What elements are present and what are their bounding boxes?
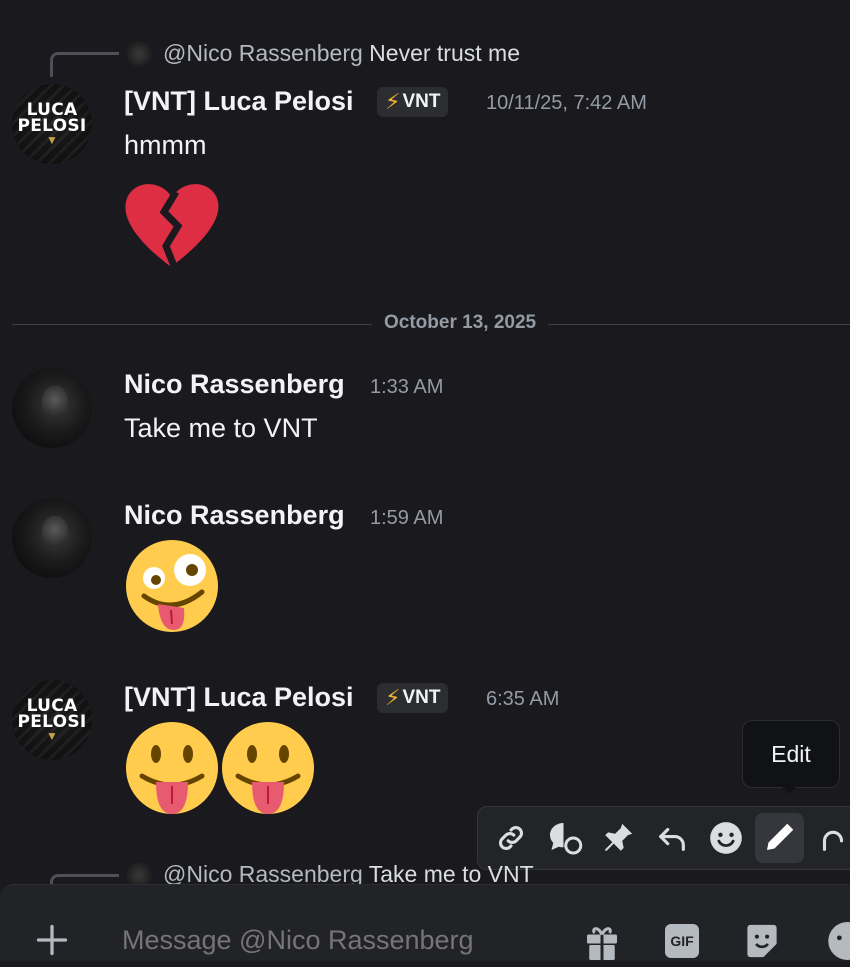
timestamp[interactable]: 10/11/25, 7:42 AM [486, 92, 647, 115]
edit-tooltip: Edit [742, 720, 840, 788]
avatar-logo-line2: PELOSI [17, 116, 87, 136]
avatar-logo-line2: PELOSI [17, 712, 87, 732]
add-reaction-button[interactable] [701, 813, 751, 863]
message-input[interactable] [122, 920, 562, 960]
reply-connector [50, 52, 119, 77]
lightning-icon: ⚡ [385, 685, 401, 710]
sticker-button[interactable] [744, 922, 780, 965]
thread-icon [549, 823, 582, 855]
copy-link-button[interactable] [486, 813, 536, 863]
reply-button[interactable] [647, 813, 697, 863]
edit-button[interactable] [754, 813, 805, 863]
zany-face-icon[interactable] [124, 538, 220, 634]
author-name[interactable]: Nico Rassenberg [124, 369, 345, 400]
gif-icon: GIF [670, 933, 694, 949]
author-name[interactable]: [VNT] Luca Pelosi [124, 682, 354, 713]
timestamp[interactable]: 1:33 AM [370, 376, 443, 399]
gif-button[interactable]: GIF [665, 924, 699, 958]
link-icon [498, 825, 523, 851]
more-button[interactable] [808, 813, 850, 863]
reply-preview[interactable]: @Nico Rassenberg Never trust me [163, 40, 520, 67]
gift-button[interactable] [584, 922, 620, 967]
avatar[interactable] [12, 498, 92, 578]
pencil-icon [767, 823, 794, 850]
author-name[interactable]: [VNT] Luca Pelosi [124, 86, 354, 117]
create-thread-button[interactable] [540, 813, 590, 863]
lightning-icon: ⚡ [385, 89, 401, 114]
avatar[interactable]: LUCA PELOSI ▼ [12, 680, 92, 760]
reply-mention[interactable]: @Nico Rassenberg [163, 40, 363, 66]
reply-snippet: Never trust me [369, 40, 520, 66]
timestamp[interactable]: 1:59 AM [370, 507, 443, 530]
tooltip-label: Edit [771, 740, 811, 767]
plus-icon [36, 924, 68, 956]
reply-avatar [126, 41, 152, 67]
badge-label: VNT [402, 687, 441, 708]
avatar-logo-mark: ▼ [46, 729, 58, 743]
avatar[interactable] [12, 368, 92, 448]
message-text: Take me to VNT [124, 413, 318, 443]
tongue-face-icon[interactable] [124, 720, 220, 816]
more-icon [823, 830, 844, 851]
tongue-face-icon[interactable] [220, 720, 316, 816]
tooltip-arrow [781, 786, 797, 794]
broken-heart-icon[interactable] [124, 180, 220, 268]
emoji-icon [828, 922, 850, 960]
pin-icon [605, 823, 633, 851]
message-text: hmmm [124, 130, 207, 160]
upload-button[interactable] [30, 922, 74, 966]
avatar[interactable]: LUCA PELOSI ▼ [12, 84, 92, 164]
gift-icon [587, 927, 617, 960]
reply-icon [659, 827, 685, 851]
author-name[interactable]: Nico Rassenberg [124, 500, 345, 531]
sticker-icon [747, 924, 777, 958]
clan-badge[interactable]: ⚡ VNT [377, 683, 449, 713]
avatar-logo-mark: ▼ [46, 133, 58, 147]
pin-message-button[interactable] [593, 813, 643, 863]
emoji-react-icon [709, 822, 742, 854]
date-divider: October 13, 2025 [372, 312, 549, 334]
badge-label: VNT [402, 91, 441, 112]
clan-badge[interactable]: ⚡ VNT [377, 87, 449, 117]
timestamp[interactable]: 6:35 AM [486, 688, 559, 711]
emoji-button[interactable] [824, 922, 850, 965]
